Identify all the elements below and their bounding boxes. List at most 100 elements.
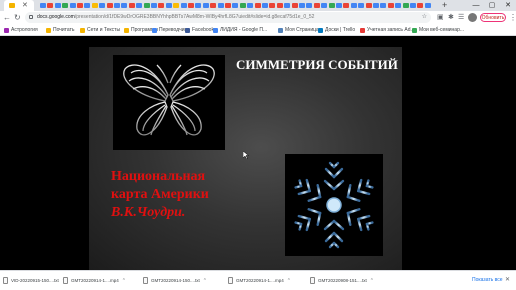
tab-favicon-icon [343,3,350,8]
presentation-viewer: СИММЕТРИЯ СОБЫТИЙ Национальная карта Аме… [0,36,516,270]
bookmark-item[interactable]: Переводчик [152,24,187,35]
bookmark-item[interactable]: Мои веб-семинар... [412,24,464,35]
bookmark-favicon-icon [185,27,190,33]
bookmark-item[interactable]: Facebook [185,24,214,35]
snowflake-image [285,154,383,256]
tab-favicon-icon [313,3,320,8]
bookmark-item[interactable]: Учетная запись Ad... [360,24,415,35]
download-item[interactable]: GMT20220914-1....mp4 ⌃ [63,271,126,290]
tab-favicon-icon [380,3,387,8]
tab-favicon-icon [69,3,76,8]
download-item[interactable]: GMT20220908-151....txt ⌃ [310,271,374,290]
extension-icon[interactable]: ▣ [437,13,444,22]
star-icon[interactable]: ☆ [422,12,427,23]
tab-favicon-icon [254,3,261,8]
update-button[interactable]: Обновить [480,13,506,22]
slides-favicon-icon [9,3,15,8]
download-filename: GMT20220914-1....mp4 [71,278,119,283]
tab-favicon-icon [47,3,54,8]
bookmark-favicon-icon [213,27,218,33]
close-downloads-icon[interactable]: ✕ [505,271,510,290]
tab-favicon-icon [299,3,305,8]
bookmark-label: Астрология [11,27,38,33]
tab-favicon-icon [350,3,357,8]
close-window-icon[interactable]: ✕ [500,0,516,11]
bookmark-item[interactable]: Моя Страница [278,24,319,35]
browser-toolbar: ← ↻ docs.google.com/presentation/d/1fDE9… [0,11,516,24]
bookmark-label: Facebook [192,27,214,33]
download-item[interactable]: VID-20220915-150....txt⌃ [3,271,66,290]
bookmark-favicon-icon [278,27,283,33]
tab-favicon-icon [306,3,313,8]
chevron-up-icon[interactable]: ⌃ [370,278,374,284]
mouse-pointer-icon [243,151,249,159]
bookmark-item[interactable]: Астрология [4,24,38,35]
address-bar[interactable]: docs.google.com/presentation/d/1fDE9wDrO… [25,12,431,23]
maximize-icon[interactable]: ▢ [484,0,500,11]
reload-icon[interactable]: ↻ [14,12,21,23]
snowflake-icon [290,159,378,251]
bookmark-label: Доски | Trello [325,27,356,33]
tab-favicon-icon [77,3,83,8]
bookmark-item[interactable]: ЛИДИЯ - Google П... [213,24,267,35]
tab-favicon-icon [417,3,424,8]
tab-favicon-icon [402,3,409,8]
bookmark-favicon-icon [360,27,365,33]
tab-favicon-icon [136,3,143,8]
file-icon [3,277,8,284]
file-icon [63,277,68,284]
file-icon [143,277,148,284]
tab-favicon-icon [188,3,194,8]
tab-favicon-icon [195,3,202,8]
download-item[interactable]: GMT20220914-150....txt ⌃ [143,271,207,290]
show-all-downloads-link[interactable]: Показать все [472,271,503,290]
menu-icon[interactable]: ⋮ [509,12,516,23]
bookmark-label: Моя Страница [285,27,319,33]
tab-favicon-icon [84,3,91,8]
chevron-up-icon[interactable]: ⌃ [122,278,126,284]
back-icon[interactable]: ← [3,12,11,23]
reading-list-icon[interactable]: ☰ [458,13,464,22]
tab-favicon-icon [321,3,328,8]
browser-tab[interactable] [424,2,433,9]
profile-avatar[interactable] [468,13,477,22]
tab-favicon-icon [276,3,283,8]
close-tab-icon[interactable]: ✕ [22,0,28,11]
tab-favicon-icon [365,3,372,8]
new-tab-icon[interactable]: + [442,0,447,11]
tab-favicon-icon [387,3,394,8]
url-text: docs.google.com/presentation/d/1fDE9wDrO… [37,14,315,20]
download-filename: GMT20220914-1....mp4 [236,278,284,283]
tab-favicon-icon [247,3,254,8]
bookmark-label: Переводчик [159,27,187,33]
bookmark-favicon-icon [412,27,417,33]
bookmark-item[interactable]: Доски | Trello [318,24,356,35]
tab-favicon-icon [165,3,172,8]
download-item[interactable]: GMT20220914-1....mp4 ⌃ [228,271,291,290]
bookmark-favicon-icon [318,27,323,33]
tab-favicon-icon [328,3,335,8]
tab-favicon-icon [217,3,224,8]
bookmark-favicon-icon [46,27,51,33]
chevron-up-icon[interactable]: ⌃ [203,278,207,284]
bookmark-item[interactable]: Почитать [46,24,75,35]
bookmark-label: Почитать [53,27,75,33]
tab-favicon-icon [269,3,276,8]
lock-icon [29,15,33,19]
subtitle-line-2: карта Америки [111,187,209,202]
download-filename: VID-20220915-150....txt [11,278,59,283]
minimize-icon[interactable]: — [468,0,484,11]
butterfly-image [113,55,225,150]
bookmark-item[interactable]: Сети и Тексты [80,24,120,35]
extensions-puzzle-icon[interactable]: ✱ [448,13,454,22]
tab-favicon-icon [410,3,416,8]
tab-favicon-icon [395,3,402,8]
tab-favicon-icon [40,3,46,8]
chevron-up-icon[interactable]: ⌃ [287,278,291,284]
slide: СИММЕТРИЯ СОБЫТИЙ Национальная карта Аме… [89,47,402,270]
tab-favicon-icon [99,3,106,8]
tab-favicon-icon [158,3,165,8]
tab-favicon-icon [202,3,209,8]
active-tab[interactable]: ✕ [4,0,34,11]
tab-favicon-icon [225,3,231,8]
